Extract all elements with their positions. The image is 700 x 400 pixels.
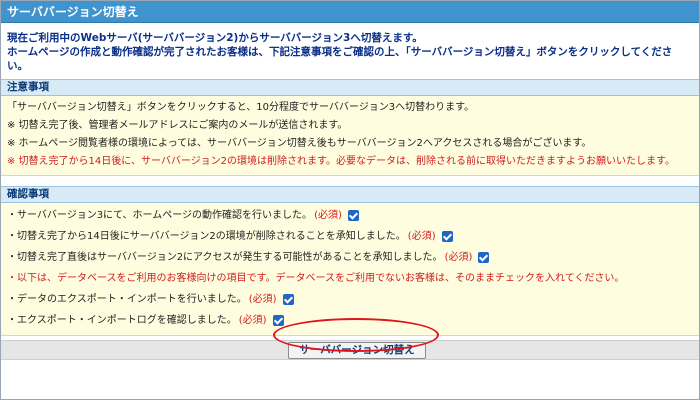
check-row: ・切替え完了から14日後にサーババージョン2の環境が削除されることを承知しました… bbox=[7, 226, 693, 247]
checkbox-checked[interactable] bbox=[282, 294, 294, 305]
note-line: ※ ホームページ閲覧者様の環境によっては、サーババージョン切替え後もサーババージ… bbox=[7, 138, 592, 149]
database-note: ・以下は、データベースをご利用のお客様向けの項目です。データベースをご利用でない… bbox=[7, 273, 625, 284]
server-version-switch-button[interactable]: サーババージョン切替え bbox=[288, 342, 426, 359]
notes-box: 「サーババージョン切替え」ボタンをクリックすると、10分程度でサーババージョン3… bbox=[1, 96, 699, 176]
checkbox-checked[interactable] bbox=[272, 315, 284, 326]
required-label: (必須) bbox=[248, 294, 277, 305]
check-row: ・データのエクスポート・インポートを行いました。 (必須) bbox=[7, 289, 693, 310]
notes-heading: 注意事項 bbox=[1, 79, 699, 96]
checkbox-checked[interactable] bbox=[441, 231, 453, 242]
required-label: (必須) bbox=[238, 315, 267, 326]
check-label: ・エクスポート・インポートログを確認しました。 bbox=[7, 315, 237, 326]
checkbox-checked[interactable] bbox=[478, 252, 490, 263]
spacer bbox=[1, 176, 699, 186]
check-label: ・切替え完了から14日後にサーババージョン2の環境が削除されることを承知しました… bbox=[7, 231, 406, 242]
required-label: (必須) bbox=[314, 210, 342, 221]
check-row: ・サーババージョン3にて、ホームページの動作確認を行いました。 (必須) bbox=[7, 205, 693, 226]
check-label: ・切替え完了直後はサーババージョン2にアクセスが発生する可能性があることを承知し… bbox=[7, 252, 443, 263]
intro-line-2: ホームページの作成と動作確認が完了されたお客様は、下記注意事項をご確認の上、「サ… bbox=[7, 46, 673, 72]
note-line: ※ 切替え完了後、管理者メールアドレスにご案内のメールが送信されます。 bbox=[7, 120, 348, 131]
intro-line-1: 現在ご利用中のWebサーバ(サーババージョン2)からサーババージョン3へ切替えま… bbox=[7, 32, 423, 44]
check-label: ・サーババージョン3にて、ホームページの動作確認を行いました。 bbox=[7, 210, 313, 221]
note-line: 「サーババージョン切替え」ボタンをクリックすると、10分程度でサーババージョン3… bbox=[7, 102, 475, 113]
checks-box: ・サーババージョン3にて、ホームページの動作確認を行いました。 (必須) ・切替… bbox=[1, 203, 699, 336]
server-version-switch-panel: サーババージョン切替え 現在ご利用中のWebサーバ(サーババージョン2)からサー… bbox=[0, 0, 700, 400]
panel-title: サーババージョン切替え bbox=[1, 1, 699, 23]
intro-text: 現在ご利用中のWebサーバ(サーババージョン2)からサーババージョン3へ切替えま… bbox=[1, 23, 699, 79]
check-label: ・データのエクスポート・インポートを行いました。 bbox=[7, 294, 247, 305]
checkbox-checked[interactable] bbox=[347, 210, 359, 221]
check-row: ・エクスポート・インポートログを確認しました。 (必須) bbox=[7, 310, 693, 331]
checks-heading: 確認事項 bbox=[1, 186, 699, 203]
note-line-warning: ※ 切替え完了から14日後に、サーババージョン2の環境は削除されます。必要なデー… bbox=[7, 156, 676, 167]
button-bar: サーババージョン切替え bbox=[1, 340, 699, 360]
check-row: ・切替え完了直後はサーババージョン2にアクセスが発生する可能性があることを承知し… bbox=[7, 247, 693, 268]
required-label: (必須) bbox=[444, 252, 473, 263]
required-label: (必須) bbox=[407, 231, 436, 242]
